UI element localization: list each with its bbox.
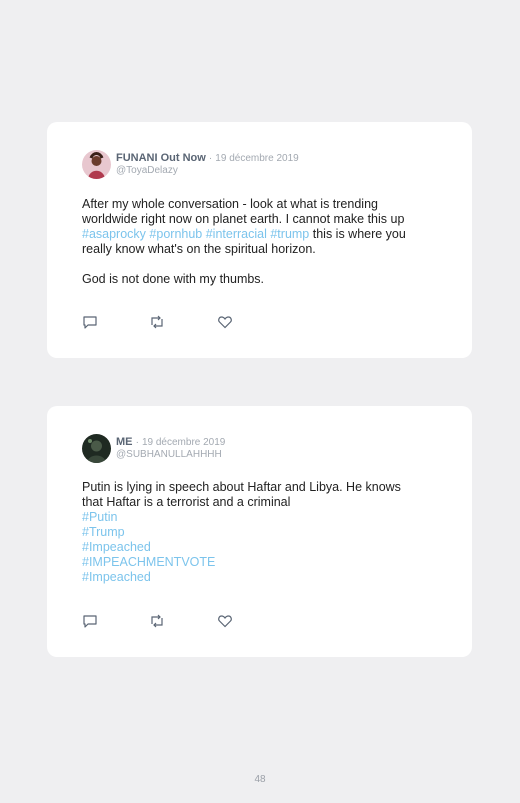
- tweet-line: After my whole conversation - look at wh…: [82, 197, 378, 211]
- separator: ·: [135, 437, 139, 448]
- hashtag-link[interactable]: #Putin: [82, 510, 452, 525]
- tweet-card: ME · 19 décembre 2019 @SUBHANULLAHHHH Pu…: [47, 406, 472, 657]
- tweet-card: FUNANI Out Now · 19 décembre 2019 @ToyaD…: [47, 122, 472, 358]
- tweet-line: that Haftar is a terrorist and a crimina…: [82, 495, 291, 509]
- hashtag-link[interactable]: #Trump: [82, 525, 452, 540]
- hashtag-link[interactable]: #interracial: [206, 227, 267, 241]
- hashtag-link[interactable]: #IMPEACHMENTVOTE: [82, 555, 452, 570]
- hashtag-link[interactable]: #Impeached: [82, 570, 452, 585]
- retweet-icon[interactable]: [149, 613, 165, 629]
- hashtag-link[interactable]: #asaprocky: [82, 227, 146, 241]
- tweet-actions: [82, 314, 252, 330]
- avatar[interactable]: [82, 434, 111, 463]
- tweet-text-fragment: this is where you: [309, 227, 406, 241]
- tweet-date[interactable]: 19 décembre 2019: [142, 437, 225, 448]
- tweet-text: After my whole conversation - look at wh…: [82, 197, 452, 287]
- like-icon[interactable]: [217, 613, 233, 629]
- retweet-icon[interactable]: [149, 314, 165, 330]
- reply-icon[interactable]: [82, 613, 98, 629]
- tweet-line: God is not done with my thumbs.: [82, 272, 265, 286]
- tweet-header: ME · 19 décembre 2019: [116, 436, 225, 448]
- tweet-header: FUNANI Out Now · 19 décembre 2019: [116, 152, 299, 164]
- avatar[interactable]: [82, 150, 111, 179]
- like-icon[interactable]: [217, 314, 233, 330]
- user-handle[interactable]: @ToyaDelazy: [116, 165, 178, 176]
- page-number: 48: [254, 774, 266, 785]
- reply-icon[interactable]: [82, 314, 98, 330]
- hashtag-link[interactable]: #trump: [270, 227, 309, 241]
- tweet-text: Putin is lying in speech about Haftar an…: [82, 480, 452, 585]
- tweet-actions: [82, 613, 252, 629]
- hashtag-link[interactable]: #Impeached: [82, 540, 452, 555]
- tweet-date[interactable]: 19 décembre 2019: [215, 153, 298, 164]
- display-name[interactable]: FUNANI Out Now: [116, 152, 206, 164]
- separator: ·: [208, 153, 213, 164]
- tweet-line: Putin is lying in speech about Haftar an…: [82, 480, 401, 494]
- hashtag-link[interactable]: #pornhub: [149, 227, 202, 241]
- user-handle[interactable]: @SUBHANULLAHHHH: [116, 449, 222, 460]
- tweet-line: #asaprocky #pornhub #interracial #trump …: [82, 227, 452, 242]
- tweet-line: worldwide right now on planet earth. I c…: [82, 212, 405, 226]
- display-name[interactable]: ME: [116, 436, 133, 448]
- tweet-line: really know what's on the spiritual hori…: [82, 242, 316, 256]
